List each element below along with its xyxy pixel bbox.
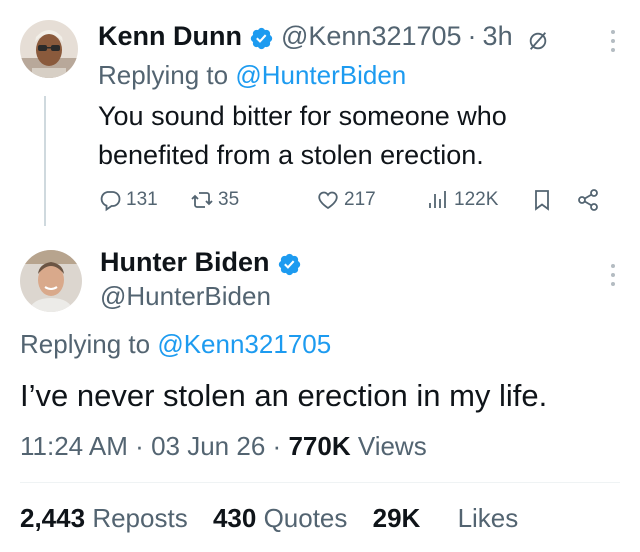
like-count: 217: [344, 189, 376, 210]
verified-badge-icon: [277, 250, 302, 275]
timestamp[interactable]: 3h: [483, 18, 513, 54]
separator-dot: ·: [272, 431, 282, 461]
replying-to-line: Replying to @Kenn321705: [20, 326, 331, 362]
like-icon: [318, 191, 338, 210]
reply-button[interactable]: 131: [98, 182, 158, 218]
action-bar: 131 35 217 122K: [98, 182, 618, 218]
engagement-stats: 2,443 Reposts 430 Quotes 29K Likes: [20, 500, 536, 536]
tweet-date[interactable]: 03 Jun 26: [151, 431, 265, 461]
replying-prefix: Replying to: [98, 60, 229, 90]
share-button[interactable]: [576, 182, 604, 218]
separator-dot: ·: [135, 431, 144, 461]
author-handle[interactable]: @HunterBiden: [100, 278, 271, 314]
reposts-label: Reposts: [92, 503, 188, 533]
main-tweet: Hunter Biden @HunterBiden Replying to @K…: [0, 230, 640, 552]
author-name[interactable]: Hunter Biden: [100, 244, 270, 280]
repost-button[interactable]: 35: [190, 182, 239, 218]
reposts-stat[interactable]: 2,443 Reposts: [20, 503, 195, 533]
replying-to-link[interactable]: @HunterBiden: [235, 60, 406, 90]
replying-to-line: Replying to @HunterBiden: [98, 57, 406, 93]
reply-icon: [100, 191, 121, 212]
bookmark-button[interactable]: [530, 182, 558, 218]
tweet-text: I’ve never stolen an erection in my life…: [20, 378, 548, 413]
divider: [20, 482, 620, 483]
likes-label: Likes: [457, 503, 519, 533]
views-button[interactable]: 122K: [426, 182, 498, 218]
separator-dot: ·: [467, 21, 477, 51]
likes-count: 29K: [372, 503, 421, 533]
views-count: 122K: [454, 189, 499, 210]
reply-header: Kenn Dunn @Kenn321705 · 3h: [98, 18, 549, 54]
tweet-time[interactable]: 11:24 AM: [20, 431, 128, 461]
bookmark-icon: [535, 190, 549, 211]
author-name[interactable]: Kenn Dunn: [98, 18, 242, 54]
quotes-count: 430: [212, 503, 257, 533]
likes-stat[interactable]: 29K Likes: [373, 503, 519, 533]
tweet-text: You sound bitter for someone who benefit…: [98, 101, 507, 170]
repost-count: 35: [218, 189, 240, 210]
avatar[interactable]: [20, 20, 78, 78]
grok-icon[interactable]: [527, 25, 549, 50]
main-author-line: Hunter Biden: [100, 244, 309, 280]
avatar[interactable]: [20, 250, 82, 312]
views-icon: [429, 191, 446, 208]
more-icon[interactable]: [610, 30, 616, 52]
quotes-stat[interactable]: 430 Quotes: [213, 503, 355, 533]
quotes-label: Quotes: [263, 503, 348, 533]
like-button[interactable]: 217: [316, 182, 376, 218]
repost-icon: [191, 192, 213, 208]
reposts-count: 2,443: [20, 503, 86, 533]
share-icon: [578, 189, 598, 211]
more-icon[interactable]: [610, 264, 616, 286]
replying-prefix: Replying to: [20, 329, 151, 359]
replying-to-link[interactable]: @Kenn321705: [157, 329, 331, 359]
verified-badge-icon: [249, 24, 274, 49]
views-label: Views: [357, 431, 427, 461]
views-count: 770K: [288, 431, 351, 461]
reply-count: 131: [126, 189, 158, 210]
author-handle[interactable]: @Kenn321705: [281, 18, 462, 54]
tweet-meta: 11:24 AM · 03 Jun 26 · 770K Views: [20, 428, 427, 464]
reply-tweet[interactable]: Kenn Dunn @Kenn321705 · 3h Replying to @…: [0, 0, 640, 230]
